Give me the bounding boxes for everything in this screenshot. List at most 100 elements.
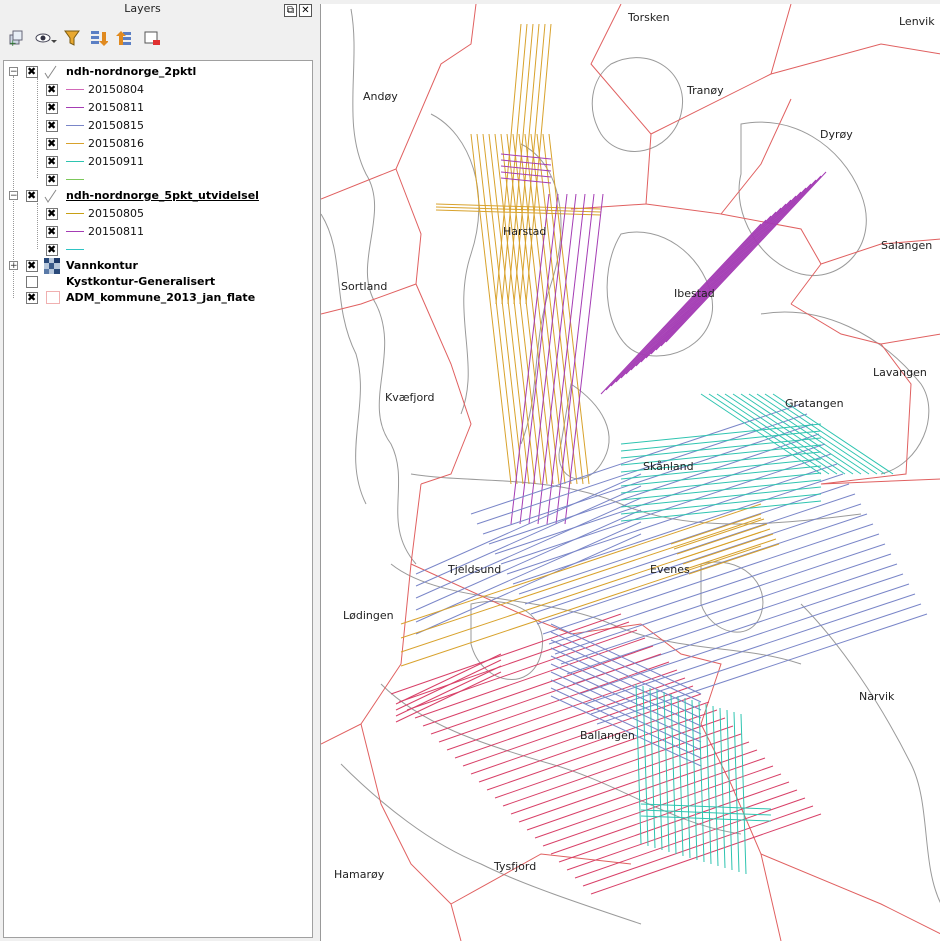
layer-name: ndh-nordnorge_2pktl [66, 65, 197, 78]
line-symbol-icon [66, 143, 84, 144]
survey-line [430, 653, 662, 735]
legend-checkbox[interactable] [46, 82, 58, 97]
legend-checkbox[interactable] [46, 224, 58, 239]
place-label: Dyrøy [820, 128, 853, 141]
survey-line [548, 133, 590, 485]
legend-item[interactable] [4, 241, 309, 258]
remove-layer-icon[interactable] [142, 28, 162, 48]
place-label: Skånland [643, 460, 694, 473]
survey-line [600, 223, 762, 395]
legend-checkbox[interactable] [46, 206, 58, 221]
survey-line [500, 153, 552, 160]
survey-line [655, 179, 817, 351]
survey-line [400, 517, 762, 639]
survey-line [610, 215, 772, 387]
layer-visibility-checkbox[interactable] [26, 258, 38, 273]
layer-visibility-checkbox[interactable] [26, 188, 38, 203]
survey-line [688, 543, 780, 575]
visibility-icon[interactable] [34, 28, 57, 48]
survey-line [635, 195, 797, 367]
line-symbol-icon [66, 249, 84, 250]
survey-line [500, 177, 552, 184]
survey-line [635, 683, 642, 845]
survey-line [560, 553, 892, 665]
float-panel-button[interactable]: ⧉ [284, 4, 297, 17]
place-label: Sortland [341, 280, 387, 293]
legend-item[interactable]: 20150811 [4, 99, 309, 116]
survey-line [574, 797, 806, 879]
place-label: Tjeldsund [447, 563, 501, 576]
coastline-layer [321, 8, 940, 925]
survey-line [705, 703, 712, 865]
survey-line [719, 707, 726, 869]
legend-item[interactable]: 20150815 [4, 117, 309, 134]
legend-checkbox[interactable] [46, 136, 58, 151]
survey-line [712, 705, 719, 867]
layer-vannkontur[interactable]: + Vannkontur [4, 257, 309, 274]
survey-line [640, 191, 802, 363]
legend-item[interactable]: 20150911 [4, 153, 309, 170]
survey-lines [390, 23, 928, 895]
survey-line [536, 133, 578, 485]
legend-item[interactable]: 20150804 [4, 81, 309, 98]
legend-checkbox[interactable] [46, 100, 58, 115]
expand-all-icon[interactable] [88, 28, 109, 48]
add-group-icon[interactable]: + [6, 28, 26, 49]
survey-line [676, 523, 768, 555]
survey-line [395, 659, 502, 711]
legend-item[interactable]: 20150811 [4, 223, 309, 240]
layer-kystkontur[interactable]: Kystkontur-Generalisert [4, 273, 309, 290]
place-label: Salangen [881, 239, 932, 252]
legend-item[interactable] [4, 171, 309, 188]
line-symbol-icon [66, 89, 84, 90]
place-label: Andøy [363, 90, 398, 103]
survey-line [524, 493, 856, 605]
layer-adm-kommune[interactable]: ADM_kommune_2013_jan_flate [4, 289, 309, 306]
legend-checkbox[interactable] [46, 154, 58, 169]
place-label: Tysfjord [493, 860, 536, 873]
filter-icon[interactable] [62, 28, 82, 48]
collapse-toggle[interactable]: − [9, 67, 18, 77]
place-label: Gratangen [785, 397, 844, 410]
line-symbol-icon [66, 213, 84, 214]
layer-group-ndh-2pktl[interactable]: − ndh-nordnorge_2pktl [4, 63, 309, 80]
layer-visibility-checkbox[interactable] [26, 290, 38, 305]
layer-visibility-checkbox[interactable] [26, 276, 38, 288]
place-labels: Torsken Lenvik Andøy Tranøy Dyrøy Harsta… [334, 11, 935, 881]
collapse-toggle[interactable]: − [9, 191, 18, 201]
survey-line [415, 473, 642, 575]
survey-line [684, 697, 691, 859]
layer-visibility-checkbox[interactable] [26, 64, 38, 79]
panel-title: Layers [124, 2, 161, 15]
legend-checkbox[interactable] [46, 242, 58, 257]
layer-name: Kystkontur-Generalisert [66, 275, 216, 288]
layer-group-ndh-5pkt[interactable]: − ndh-nordnorge_5pkt_utvidelsel [4, 187, 309, 204]
legend-label: 20150911 [88, 155, 144, 168]
collapse-all-icon[interactable] [114, 28, 134, 48]
expand-toggle[interactable]: + [9, 261, 18, 271]
legend-label: 20150811 [88, 101, 144, 114]
svg-text:+: + [9, 39, 17, 48]
legend-item[interactable]: 20150805 [4, 205, 309, 222]
survey-line [656, 689, 663, 851]
map-canvas[interactable]: Torsken Lenvik Andøy Tranøy Dyrøy Harsta… [320, 4, 940, 941]
survey-line [476, 133, 518, 485]
survey-line [500, 133, 542, 485]
place-label: Kvæfjord [385, 391, 435, 404]
legend-checkbox[interactable] [46, 118, 58, 133]
vector-line-layer-icon [44, 65, 57, 79]
close-panel-button[interactable]: ✕ [299, 4, 312, 17]
legend-checkbox[interactable] [46, 172, 58, 187]
legend-item[interactable]: 20150816 [4, 135, 309, 152]
survey-line [645, 187, 807, 359]
survey-line [554, 543, 886, 655]
place-label: Lenvik [899, 15, 935, 28]
survey-line [398, 621, 630, 703]
survey-line [685, 538, 777, 570]
line-symbol-icon [66, 231, 84, 232]
layer-name: ndh-nordnorge_5pkt_utvidelsel [66, 189, 259, 202]
legend-label: 20150804 [88, 83, 144, 96]
layer-tree[interactable]: − ndh-nordnorge_2pktl 20150804 20150811 … [3, 60, 313, 938]
survey-line [470, 133, 512, 485]
survey-line [670, 693, 677, 855]
